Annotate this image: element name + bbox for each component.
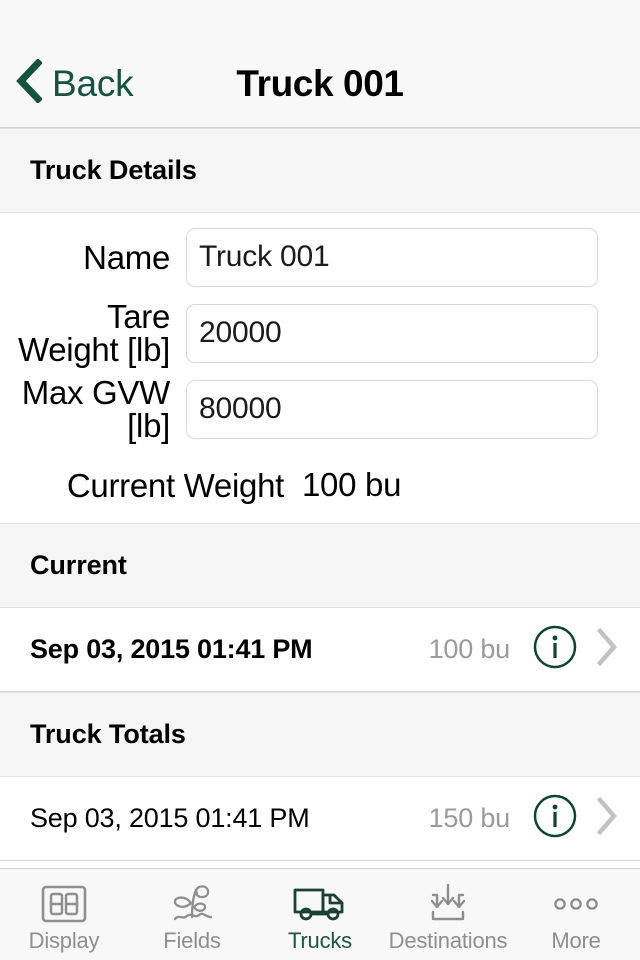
tab-destinations[interactable]: Destinations: [384, 869, 512, 960]
back-button[interactable]: Back: [0, 58, 134, 108]
truck-icon: [292, 882, 348, 926]
name-input[interactable]: [186, 227, 598, 287]
status-bar: [0, 0, 640, 40]
arrows-into-bin-icon: [422, 882, 474, 926]
form-row-tare-weight: Tare Weight [lb]: [0, 295, 640, 371]
back-button-label: Back: [52, 63, 134, 104]
form-row-max-gvw: Max GVW [lb]: [0, 371, 640, 447]
list-item[interactable]: Sep 03, 2015 01:41 PM 100 bu: [0, 608, 640, 692]
section-header-current: Current: [0, 523, 640, 608]
total-amount: 150 bu: [428, 803, 511, 833]
navigation-bar: Back Truck 001: [0, 40, 640, 128]
chevron-left-icon: [16, 58, 43, 108]
info-circle-icon[interactable]: [532, 793, 578, 844]
tab-destinations-label: Destinations: [388, 927, 508, 953]
load-amount: 100 bu: [428, 634, 511, 664]
tare-weight-label: Tare Weight [lb]: [18, 298, 170, 368]
name-label: Name: [83, 238, 170, 276]
tab-display-label: Display: [28, 927, 100, 953]
tare-weight-input[interactable]: [186, 303, 598, 363]
form-row-current-weight: Current Weight 100 bu: [0, 447, 640, 523]
tab-trucks[interactable]: Trucks: [256, 869, 384, 960]
max-gvw-label: Max GVW [lb]: [21, 374, 171, 444]
chevron-right-icon: [596, 627, 618, 671]
max-gvw-input[interactable]: [186, 379, 598, 439]
current-weight-value: 100 bu: [302, 466, 402, 503]
section-title: Truck Details: [30, 155, 197, 185]
section-header-truck-details: Truck Details: [0, 128, 640, 213]
total-timestamp: Sep 03, 2015 01:41 PM: [30, 803, 310, 833]
current-list: Sep 03, 2015 01:41 PM 100 bu: [0, 608, 640, 692]
tab-display[interactable]: Display: [0, 869, 128, 960]
section-title: Truck Totals: [30, 719, 186, 749]
seven-segment-display-icon: [41, 882, 87, 926]
tab-more[interactable]: More: [512, 869, 640, 960]
tab-bar: Display Fields Trucks Destinations More: [0, 868, 640, 960]
form-row-name: Name: [0, 219, 640, 295]
three-dots-icon: [550, 882, 602, 926]
info-circle-icon[interactable]: [532, 624, 578, 675]
sprout-icon: [167, 882, 217, 926]
truck-totals-list: Sep 03, 2015 01:41 PM 150 bu: [0, 777, 640, 861]
list-item[interactable]: Sep 03, 2015 01:41 PM 150 bu: [0, 777, 640, 861]
tab-fields-label: Fields: [163, 927, 221, 953]
tab-fields[interactable]: Fields: [128, 869, 256, 960]
tab-more-label: More: [551, 927, 601, 953]
current-weight-label: Current Weight: [66, 466, 284, 504]
section-header-truck-totals: Truck Totals: [0, 692, 640, 777]
section-title: Current: [30, 550, 127, 580]
chevron-right-icon: [596, 796, 618, 840]
load-timestamp: Sep 03, 2015 01:41 PM: [30, 634, 313, 664]
tab-trucks-label: Trucks: [288, 927, 352, 953]
truck-details-form: Name Tare Weight [lb] Max GVW [lb] Curre…: [0, 213, 640, 523]
truck-detail-screen: Back Truck 001 Truck Details Name Tare W…: [0, 0, 640, 960]
